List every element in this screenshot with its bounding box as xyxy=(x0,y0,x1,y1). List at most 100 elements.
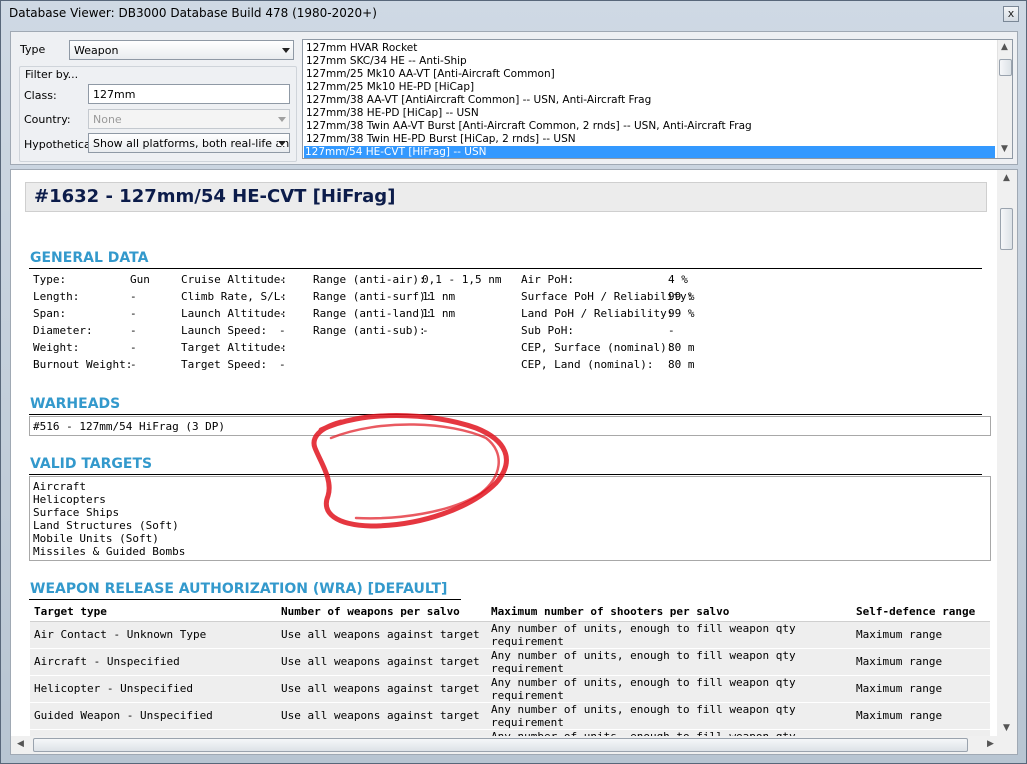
field-label: Target Speed: xyxy=(181,358,268,371)
table-cell: Guided Weapon - Unspecified xyxy=(30,702,277,730)
scroll-down-icon[interactable]: ▼ xyxy=(1001,144,1008,154)
wra-col-self-defence-range: Self-defence range xyxy=(852,602,990,622)
scroll-left-icon[interactable]: ◀ xyxy=(17,739,24,749)
field-label: Type: xyxy=(33,273,67,286)
field-value: Gun xyxy=(130,273,150,286)
table-row[interactable]: Air Contact - Unknown Type Use all weapon… xyxy=(30,621,990,649)
close-button[interactable]: x xyxy=(1003,6,1019,22)
filter-by-label: Filter by... xyxy=(24,68,80,81)
section-divider xyxy=(29,599,461,600)
list-item[interactable]: 127mm/38 Twin HE-PD Burst [HiCap, 2 rnds… xyxy=(305,133,995,146)
general-data-heading: GENERAL DATA xyxy=(30,250,149,266)
field-value: 0,1 - 1,5 nm xyxy=(422,273,502,286)
country-select-value: None xyxy=(93,113,122,126)
field-value: - xyxy=(279,307,286,320)
field-value: - xyxy=(130,341,137,354)
type-label: Type xyxy=(20,43,46,56)
field-value: - xyxy=(422,324,429,337)
field-label: Sub PoH: xyxy=(521,324,574,337)
list-scrollbar[interactable]: ▲ ▼ xyxy=(997,40,1012,158)
table-cell: Use all weapons against target xyxy=(277,648,487,676)
field-label: Range (anti-sub): xyxy=(313,324,426,337)
table-row[interactable]: Guided Weapon - Unspecified Use all weapo… xyxy=(30,702,990,730)
field-value: - xyxy=(279,273,286,286)
class-input[interactable]: 127mm xyxy=(88,84,290,104)
field-label: Target Altitude: xyxy=(181,341,287,354)
field-label: Cruise Altitude: xyxy=(181,273,287,286)
field-value: 11 nm xyxy=(422,307,456,320)
type-select[interactable]: Weapon xyxy=(69,40,294,60)
field-value: - xyxy=(130,358,137,371)
field-label: Burnout Weight: xyxy=(33,358,133,371)
chevron-down-icon xyxy=(278,141,286,146)
section-divider xyxy=(29,268,982,269)
filter-panel: Type Weapon Filter by... Class: 127mm Co… xyxy=(10,31,1018,165)
list-item[interactable]: 127mm/38 AA-VT [AntiAircraft Common] -- … xyxy=(305,94,995,107)
country-label: Country: xyxy=(24,113,71,126)
scroll-down-icon[interactable]: ▼ xyxy=(1003,723,1010,733)
warhead-item[interactable]: #516 - 127mm/54 HiFrag (3 DP) xyxy=(33,420,225,433)
scroll-thumb[interactable] xyxy=(33,738,968,752)
field-value: - xyxy=(668,324,675,337)
field-value: - xyxy=(130,324,137,337)
field-label: Span: xyxy=(33,307,67,320)
target-item: Surface Ships xyxy=(33,506,120,519)
title-bar[interactable]: Database Viewer: DB3000 Database Build 4… xyxy=(1,1,1026,27)
database-viewer-window: Database Viewer: DB3000 Database Build 4… xyxy=(0,0,1027,764)
table-row[interactable]: Aircraft - Unspecified Use all weapons ag… xyxy=(30,648,990,676)
country-select[interactable]: None xyxy=(88,109,290,129)
list-item[interactable]: 127mm/54 HE-CVT [HiFrag] -- USN xyxy=(304,146,995,158)
field-value: 80 m xyxy=(668,358,695,371)
table-cell: Use all weapons against target xyxy=(277,675,487,703)
scroll-up-icon[interactable]: ▲ xyxy=(1001,42,1008,52)
table-cell: Any number of units, enough to fill weap… xyxy=(487,621,852,649)
list-item[interactable]: 127mm/25 Mk10 AA-VT [Anti-Aircraft Commo… xyxy=(305,68,995,81)
red-annotation-circle xyxy=(311,413,509,529)
table-cell: Maximum range xyxy=(852,648,990,676)
hypothetical-select[interactable]: Show all platforms, both real-life and h xyxy=(88,133,290,153)
table-row[interactable]: Helicopter - Unspecified Use all weapons … xyxy=(30,675,990,703)
details-scrollbar[interactable]: ▲ ▼ xyxy=(997,170,1017,736)
list-item[interactable]: 127mm SKC/34 HE -- Anti-Ship xyxy=(305,55,995,68)
hypothetical-label: Hypothetical: xyxy=(24,138,98,151)
list-item[interactable]: 127mm/38 Twin AA-VT Burst [Anti-Aircraft… xyxy=(305,120,995,133)
table-cell: Maximum range xyxy=(852,702,990,730)
scroll-thumb[interactable] xyxy=(999,59,1012,76)
field-label: Range (anti-surf): xyxy=(313,290,433,303)
target-item: Mobile Units (Soft) xyxy=(33,532,159,545)
list-item[interactable]: 127mm/38 HE-PD [HiCap] -- USN xyxy=(305,107,995,120)
field-value: - xyxy=(130,307,137,320)
field-label: Air PoH: xyxy=(521,273,574,286)
field-label: Diameter: xyxy=(33,324,93,337)
field-label: Weight: xyxy=(33,341,80,354)
wra-heading: WEAPON RELEASE AUTHORIZATION (WRA) [DEFA… xyxy=(30,581,448,597)
table-cell: Use all weapons against target xyxy=(277,621,487,649)
field-label: Climb Rate, S/L: xyxy=(181,290,287,303)
wra-col-weapons-per-salvo: Number of weapons per salvo xyxy=(277,602,487,622)
field-label: Launch Speed: xyxy=(181,324,268,337)
field-label: Land PoH / Reliability: xyxy=(521,307,674,320)
field-value: 99 % xyxy=(668,290,695,303)
field-label: Launch Altitude: xyxy=(181,307,287,320)
scroll-right-icon[interactable]: ▶ xyxy=(987,739,994,749)
table-cell: Use all weapons against target xyxy=(277,702,487,730)
scroll-up-icon[interactable]: ▲ xyxy=(1003,173,1010,183)
list-item[interactable]: 127mm/25 Mk10 HE-PD [HiCap] xyxy=(305,81,995,94)
weapon-list[interactable]: 127mm HVAR Rocket 127mm SKC/34 HE -- Anti… xyxy=(302,39,1013,159)
field-value: - xyxy=(130,290,137,303)
wra-col-target-type: Target type xyxy=(30,602,277,622)
field-value: 11 nm xyxy=(422,290,456,303)
table-cell: Maximum range xyxy=(852,675,990,703)
target-item: Aircraft xyxy=(33,480,86,493)
wra-col-shooters-per-salvo: Maximum number of shooters per salvo xyxy=(487,602,852,622)
record-title: #1632 - 127mm/54 HE-CVT [HiFrag] xyxy=(34,186,396,207)
list-item[interactable]: 127mm HVAR Rocket xyxy=(305,42,995,55)
field-value: - xyxy=(279,324,286,337)
hypothetical-select-value: Show all platforms, both real-life and h xyxy=(93,137,290,150)
scroll-thumb[interactable] xyxy=(1000,208,1013,250)
table-cell: Helicopter - Unspecified xyxy=(30,675,277,703)
chevron-down-icon xyxy=(282,48,290,53)
horizontal-scrollbar[interactable]: ◀ ▶ xyxy=(11,736,1017,754)
table-cell: Aircraft - Unspecified xyxy=(30,648,277,676)
table-cell: Any number of units, enough to fill weap… xyxy=(487,702,852,730)
